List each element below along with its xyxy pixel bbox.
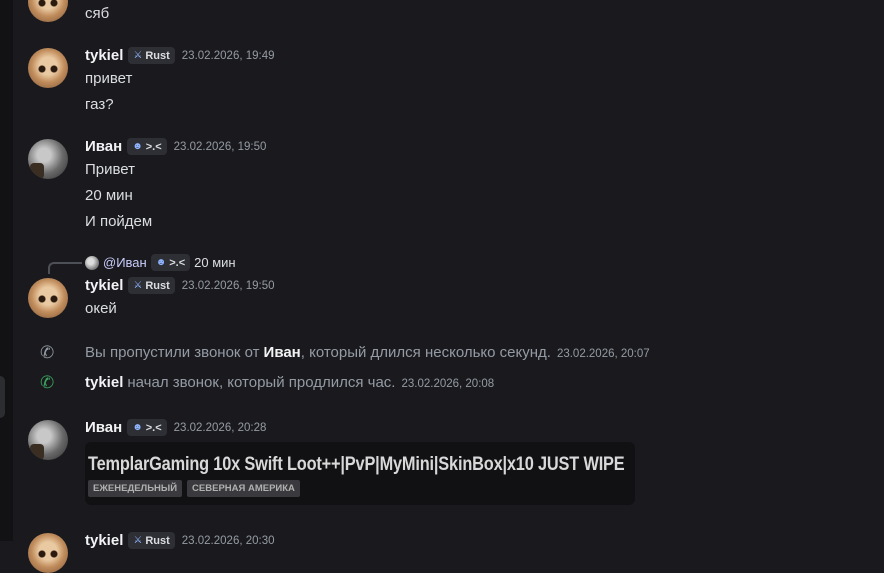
sword-icon: ⚔ [133, 280, 143, 291]
caller-name[interactable]: Иван [264, 344, 301, 361]
username[interactable]: Иван [85, 138, 122, 155]
timestamp: 23.02.2026, 20:28 [173, 421, 267, 434]
message-text: окей [85, 300, 117, 317]
server-embed[interactable]: TemplarGaming 10x Swift Loot++|PvP|MyMin… [85, 442, 635, 505]
reply-mention[interactable]: @Иван [103, 255, 147, 270]
gutter-handle[interactable] [0, 376, 5, 418]
timestamp: 23.02.2026, 19:50 [173, 140, 267, 153]
message-text: Привет [85, 161, 136, 178]
message-header: tykiel ⚔ Rust 23.02.2026, 19:49 [85, 47, 275, 64]
message-text: сяб [85, 5, 110, 22]
system-message-missed-call: Вы пропустили звонок от Иван, который дл… [85, 344, 650, 361]
caller-name[interactable]: tykiel [85, 374, 123, 391]
guild-tag: ☻ >.< [150, 254, 191, 271]
timestamp: 23.02.2026, 19:50 [181, 279, 275, 292]
avatar[interactable] [28, 533, 68, 573]
message-header: Иван ☻ >.< 23.02.2026, 20:28 [85, 419, 266, 436]
guild-tag[interactable]: ⚔ Rust [128, 47, 175, 64]
embed-tag: ЕЖЕНЕДЕЛЬНЫЙ [88, 480, 183, 497]
embed-tags: ЕЖЕНЕДЕЛЬНЫЙ СЕВЕРНАЯ АМЕРИКА [88, 480, 300, 497]
reply-text: 20 мин [194, 255, 236, 270]
sword-icon: ⚔ [133, 50, 143, 61]
message-list: сяб tykiel ⚔ Rust 23.02.2026, 19:49 приве… [13, 0, 884, 573]
bot-face-icon: ☻ [132, 141, 143, 152]
message-text: привет [85, 70, 133, 87]
bot-face-icon: ☻ [132, 422, 143, 433]
username[interactable]: tykiel [85, 277, 123, 294]
timestamp: 23.02.2026, 19:49 [181, 49, 275, 62]
timestamp: 23.02.2026, 20:07 [556, 348, 650, 360]
username[interactable]: Иван [85, 419, 122, 436]
message-text: И пойдем [85, 213, 153, 230]
reply-reference[interactable]: @Иван ☻ >.< 20 мин [85, 254, 236, 271]
bot-face-icon: ☻ [155, 257, 167, 268]
system-message-call: tykiel начал звонок, который продлился ч… [85, 374, 495, 391]
message-text: газ? [85, 96, 114, 113]
avatar[interactable] [28, 0, 68, 22]
phone-missed-icon: ✆ [40, 343, 55, 362]
avatar[interactable] [28, 48, 68, 88]
message-header: Иван ☻ >.< 23.02.2026, 19:50 [85, 138, 266, 155]
timestamp: 23.02.2026, 20:08 [401, 378, 495, 390]
guild-tag[interactable]: ☻ >.< [127, 419, 167, 436]
reply-spine [48, 262, 82, 274]
avatar[interactable] [28, 420, 68, 460]
reply-avatar [85, 255, 99, 270]
guild-tag[interactable]: ⚔ Rust [128, 277, 175, 294]
message-text: 20 мин [85, 187, 133, 204]
avatar[interactable] [28, 278, 68, 318]
message-header: tykiel ⚔ Rust 23.02.2026, 19:50 [85, 277, 275, 294]
avatar[interactable] [28, 139, 68, 179]
embed-title[interactable]: TemplarGaming 10x Swift Loot++|PvP|MyMin… [88, 454, 625, 476]
left-gutter [0, 0, 13, 541]
guild-tag[interactable]: ☻ >.< [127, 138, 167, 155]
phone-icon: ✆ [40, 373, 55, 392]
embed-tag: СЕВЕРНАЯ АМЕРИКА [187, 480, 300, 497]
username[interactable]: tykiel [85, 47, 123, 64]
